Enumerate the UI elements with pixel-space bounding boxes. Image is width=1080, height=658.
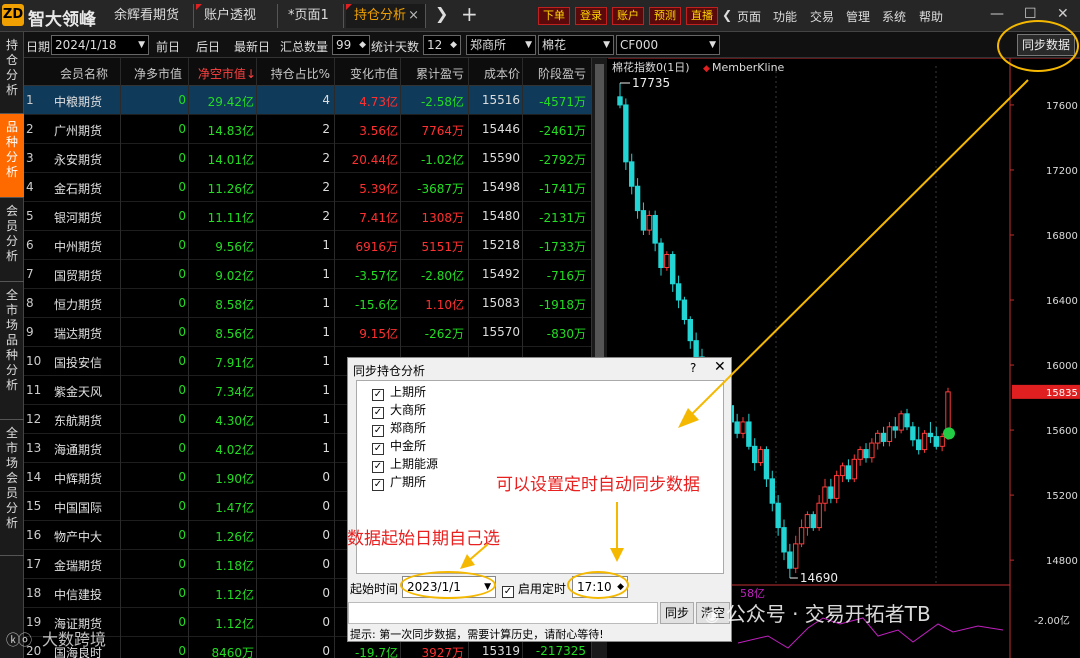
arrow-line xyxy=(687,79,1029,419)
watermark-right-text: 公众号 · 交易开拓者TB xyxy=(725,602,931,626)
watermark-left-text: 大数跨境 xyxy=(42,630,107,649)
watermark-logo-icon: ⓚⓞ xyxy=(6,633,32,649)
annotation-date-note: 数据起始日期自己选 xyxy=(347,529,500,549)
app-window: ZD 智大领峰 余辉看期货 账户透视 *页面1 持仓分析 × ❯ + 下单 登录… xyxy=(0,0,1080,658)
watermark-left: ⓚⓞ 大数跨境 xyxy=(6,626,106,650)
watermark-right: ◉ 公众号 · 交易开拓者TB xyxy=(704,598,931,627)
wechat-icon: ◉ xyxy=(704,605,720,626)
annotation-arrows xyxy=(460,79,1029,569)
arrow-head-icon xyxy=(610,548,624,562)
annotation-timer-note: 可以设置定时自动同步数据 xyxy=(496,475,700,495)
